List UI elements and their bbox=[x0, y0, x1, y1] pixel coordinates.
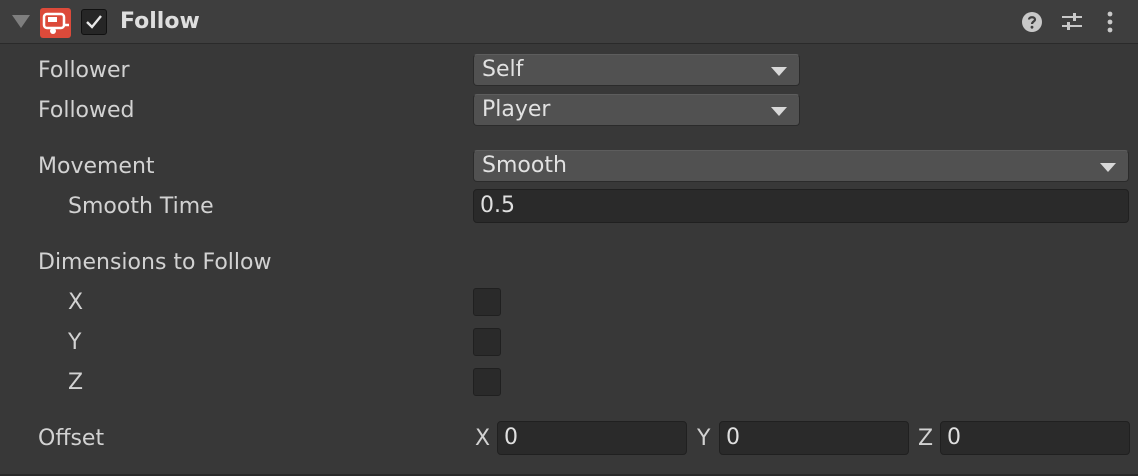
component-title: Follow bbox=[120, 9, 200, 34]
offset-x-field[interactable]: 0 bbox=[497, 421, 687, 455]
foldout-arrow-icon[interactable] bbox=[12, 15, 30, 28]
follower-value: Self bbox=[482, 57, 524, 82]
offset-y-label[interactable]: Y bbox=[697, 426, 710, 452]
movement-value: Smooth bbox=[482, 153, 567, 178]
kebab-menu-icon[interactable] bbox=[1102, 11, 1118, 35]
vehicle-component-icon bbox=[40, 8, 71, 38]
smooth-time-field[interactable]: 0.5 bbox=[473, 189, 1129, 223]
dimension-z-checkbox[interactable] bbox=[473, 368, 501, 396]
dropdown-arrow-icon bbox=[771, 67, 787, 76]
movement-label: Movement bbox=[38, 154, 155, 179]
smooth-time-value: 0.5 bbox=[480, 193, 515, 218]
help-icon[interactable] bbox=[1021, 11, 1043, 33]
offset-z-field[interactable]: 0 bbox=[940, 421, 1130, 455]
dimension-y-checkbox[interactable] bbox=[473, 328, 501, 356]
component-header[interactable]: Follow bbox=[0, 0, 1138, 44]
checkmark-icon bbox=[86, 15, 102, 29]
dimension-x-checkbox[interactable] bbox=[473, 288, 501, 316]
follower-label: Follower bbox=[38, 58, 130, 83]
followed-dropdown[interactable]: Player bbox=[473, 94, 800, 126]
smooth-time-label: Smooth Time bbox=[68, 194, 214, 219]
offset-x-label[interactable]: X bbox=[475, 426, 490, 452]
offset-z-label[interactable]: Z bbox=[918, 426, 933, 452]
dimension-y-label: Y bbox=[68, 330, 82, 355]
dimension-x-label: X bbox=[68, 290, 84, 315]
presets-icon[interactable] bbox=[1060, 11, 1084, 33]
dimensions-label: Dimensions to Follow bbox=[38, 250, 272, 275]
dimension-z-label: Z bbox=[68, 370, 84, 395]
offset-z-value: 0 bbox=[947, 425, 961, 450]
enabled-checkbox[interactable] bbox=[81, 9, 107, 35]
offset-x-value: 0 bbox=[504, 425, 518, 450]
offset-y-value: 0 bbox=[726, 425, 740, 450]
movement-dropdown[interactable]: Smooth bbox=[473, 150, 1129, 182]
followed-label: Followed bbox=[38, 98, 135, 123]
dropdown-arrow-icon bbox=[771, 107, 787, 116]
followed-value: Player bbox=[482, 97, 551, 122]
follower-dropdown[interactable]: Self bbox=[473, 54, 800, 86]
offset-label: Offset bbox=[38, 426, 105, 451]
offset-y-field[interactable]: 0 bbox=[719, 421, 909, 455]
dropdown-arrow-icon bbox=[1100, 163, 1116, 172]
